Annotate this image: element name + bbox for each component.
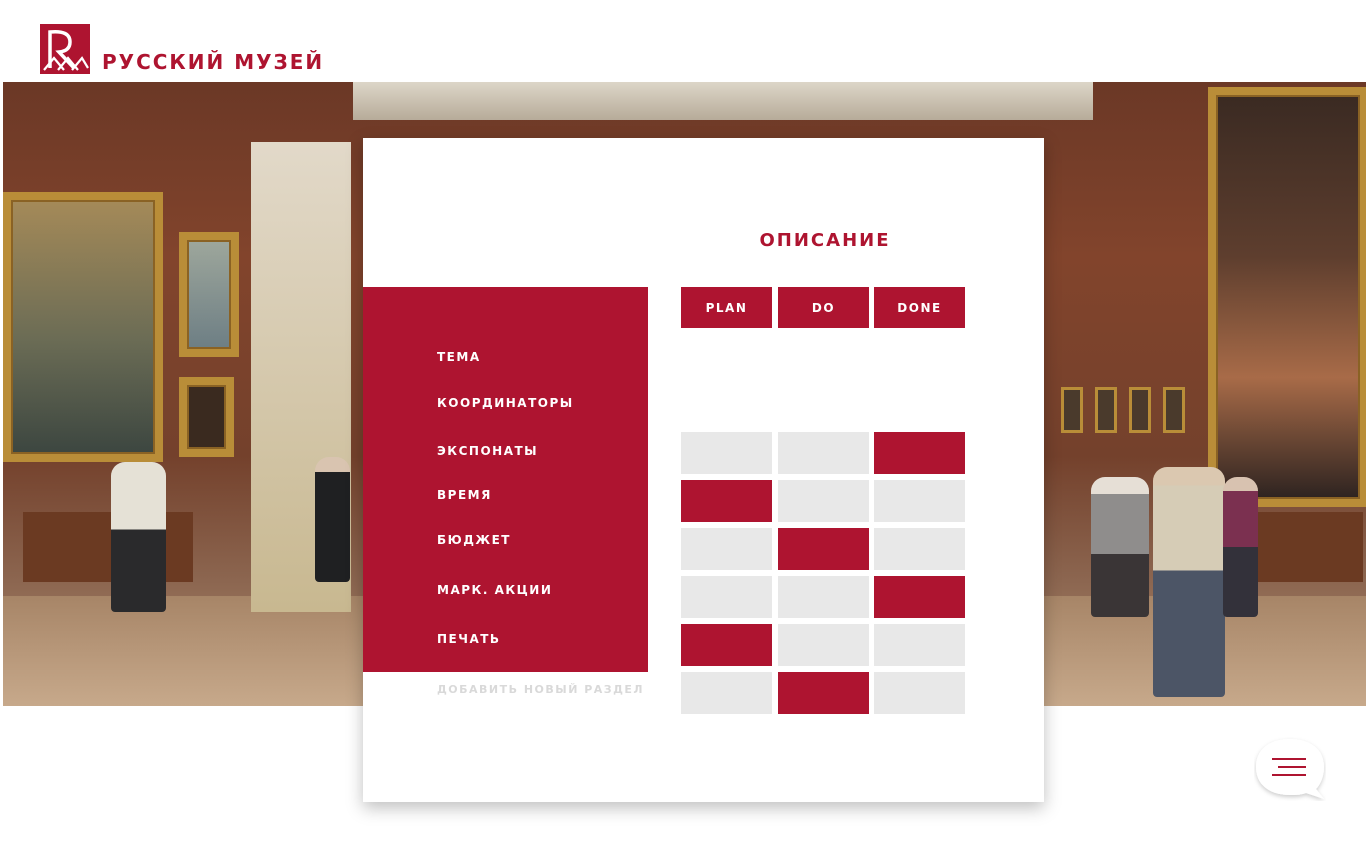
- painting-dark: [179, 377, 234, 457]
- add-section-button[interactable]: ДОБАВИТЬ НОВЫЙ РАЗДЕЛ: [437, 683, 644, 696]
- status-cell-plan[interactable]: [681, 576, 772, 618]
- sections-sidebar: [363, 287, 648, 672]
- brand-logo[interactable]: РУССКИЙ МУЗЕЙ: [40, 24, 324, 74]
- status-cell-plan[interactable]: [681, 480, 772, 522]
- painting-small: [1129, 387, 1151, 433]
- status-cell-done[interactable]: [874, 432, 965, 474]
- visitor-figure: [1223, 477, 1258, 617]
- section-item-coordinators[interactable]: КООРДИНАТОРЫ: [437, 396, 574, 410]
- section-item-print[interactable]: ПЕЧАТЬ: [437, 632, 501, 646]
- status-cell-plan[interactable]: [681, 672, 772, 714]
- status-cell-do[interactable]: [778, 576, 869, 618]
- russian-museum-logo-icon: [40, 24, 90, 74]
- column-header-do[interactable]: DO: [778, 287, 869, 328]
- brand-name: РУССКИЙ МУЗЕЙ: [102, 50, 325, 74]
- status-cell-do[interactable]: [778, 528, 869, 570]
- menu-chat-icon[interactable]: [1254, 737, 1326, 801]
- section-item-time[interactable]: ВРЕМЯ: [437, 488, 492, 502]
- section-item-tema[interactable]: ТЕМА: [437, 350, 481, 364]
- status-cell-do[interactable]: [778, 672, 869, 714]
- painting-small-landscape: [179, 232, 239, 357]
- column-header-done[interactable]: DONE: [874, 287, 965, 328]
- display-cabinet: [23, 512, 193, 582]
- site-header: РУССКИЙ МУЗЕЙ: [0, 0, 1366, 82]
- status-cell-do[interactable]: [778, 624, 869, 666]
- status-cell-plan[interactable]: [681, 432, 772, 474]
- status-cell-done[interactable]: [874, 624, 965, 666]
- status-cell-plan[interactable]: [681, 528, 772, 570]
- painting-seascape: [3, 192, 163, 462]
- visitor-figure: [315, 457, 350, 582]
- status-cell-plan[interactable]: [681, 624, 772, 666]
- display-cabinet: [1243, 512, 1363, 582]
- hero-ceiling: [353, 82, 1093, 120]
- painting-small: [1163, 387, 1185, 433]
- column-header-plan[interactable]: PLAN: [681, 287, 772, 328]
- status-cell-done[interactable]: [874, 480, 965, 522]
- status-cell-done[interactable]: [874, 672, 965, 714]
- painting-small: [1061, 387, 1083, 433]
- section-item-budget[interactable]: БЮДЖЕТ: [437, 533, 511, 547]
- status-cell-do[interactable]: [778, 480, 869, 522]
- card-title: ОПИСАНИЕ: [759, 230, 891, 251]
- visitor-figure: [1091, 477, 1149, 617]
- status-cell-done[interactable]: [874, 528, 965, 570]
- visitor-figure: [111, 462, 166, 612]
- status-cell-do[interactable]: [778, 432, 869, 474]
- section-item-marketing[interactable]: МАРК. АКЦИИ: [437, 583, 552, 597]
- painting-large-battle: [1208, 87, 1366, 507]
- painting-small: [1095, 387, 1117, 433]
- section-item-exhibits[interactable]: ЭКСПОНАТЫ: [437, 444, 538, 458]
- visitor-figure: [1153, 467, 1225, 697]
- status-cell-done[interactable]: [874, 576, 965, 618]
